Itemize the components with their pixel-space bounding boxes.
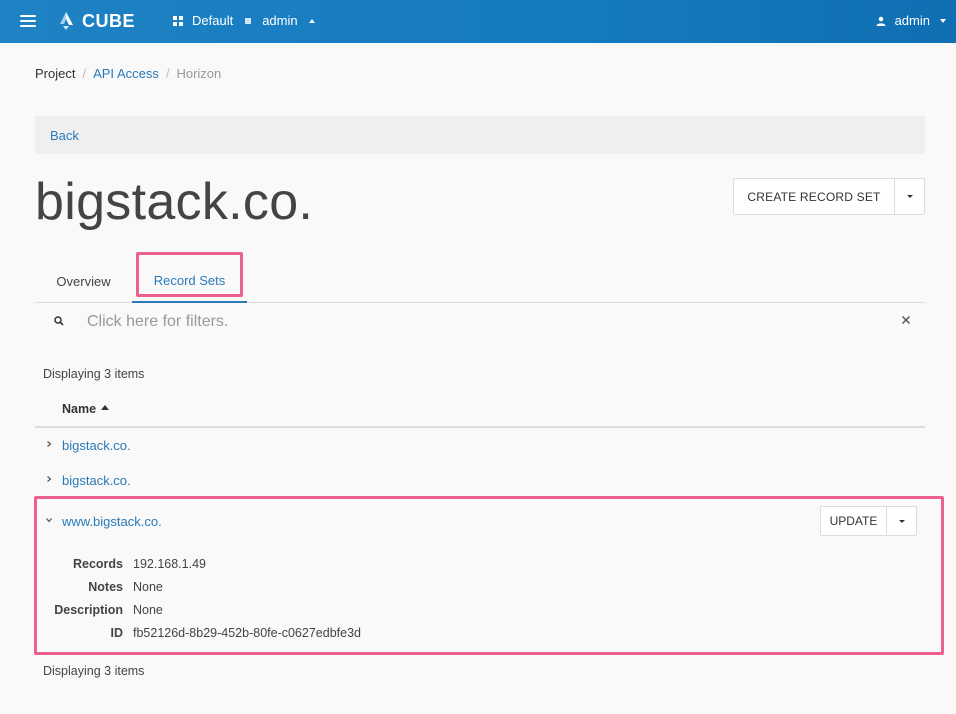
caret-up-icon [308,18,315,23]
chevron-right-icon[interactable] [45,440,53,448]
projects-grid-icon [173,15,183,26]
caret-down-icon [940,18,946,23]
item-count-bottom: Displaying 3 items [43,664,145,678]
breadcrumb: Project / API Access / Horizon [35,66,221,81]
top-navbar: CUBE Default admin admin [0,0,956,43]
brand-name: CUBE [82,10,136,31]
user-name: admin [894,13,930,28]
caret-down-icon [906,195,913,198]
project-name: admin [262,13,298,28]
column-header-name[interactable]: Name [62,402,110,416]
item-count-top: Displaying 3 items [43,367,145,381]
create-record-set-group: CREATE RECORD SET [733,178,925,215]
record-set-link[interactable]: bigstack.co. [62,438,131,453]
brand[interactable]: CUBE [58,9,135,33]
project-switcher[interactable]: Default admin [173,13,315,28]
column-name-label: Name [62,402,97,416]
table-header: Name [35,396,925,428]
filter-input[interactable] [87,311,787,333]
breadcrumb-separator: / [82,66,87,81]
back-link[interactable]: Back [50,128,79,143]
separator-square [245,17,252,24]
chevron-right-icon[interactable] [45,475,53,483]
back-bar: Back [35,116,925,154]
table-row: bigstack.co. [35,463,925,498]
table-row: bigstack.co. [35,428,925,463]
highlight-box-tab [136,252,243,297]
user-icon [876,16,886,26]
highlight-box-row [34,496,944,655]
user-menu[interactable]: admin [876,13,946,28]
domain-name: Default [192,13,234,28]
page-title: bigstack.co. [35,173,314,231]
breadcrumb-current: Horizon [176,66,222,81]
breadcrumb-separator: / [165,66,170,81]
filter-bar [35,305,925,339]
cube-logo-icon [60,12,73,30]
menu-icon[interactable] [20,15,36,27]
search-icon [54,316,64,326]
sort-ascending-icon [101,405,110,410]
breadcrumb-api-access[interactable]: API Access [93,66,159,81]
tab-overview[interactable]: Overview [35,260,132,302]
clear-icon[interactable] [901,315,911,325]
create-actions-dropdown-button[interactable] [895,178,925,215]
record-set-link[interactable]: bigstack.co. [62,473,131,488]
breadcrumb-project: Project [35,66,76,81]
create-record-set-button[interactable]: CREATE RECORD SET [733,178,895,215]
